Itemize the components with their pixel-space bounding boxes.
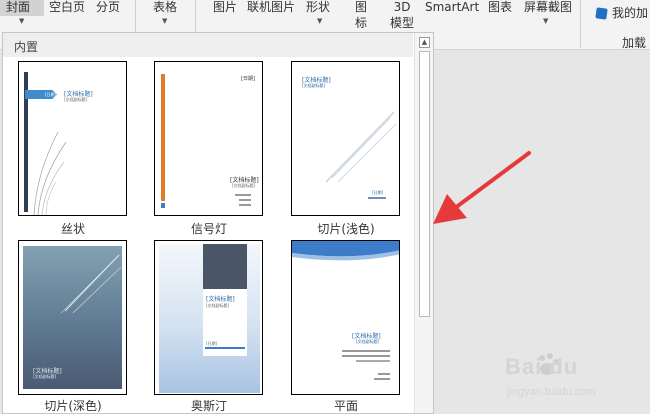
section-header: 内置 bbox=[3, 33, 413, 57]
chevron-down-icon: ▼ bbox=[317, 17, 323, 25]
flat-wave-icon bbox=[292, 241, 399, 261]
chevron-down-icon: ▼ bbox=[19, 17, 25, 25]
austin-title: [文档标题] bbox=[206, 296, 235, 303]
online-picture-button[interactable]: 联机图片 bbox=[247, 1, 295, 14]
cover-label-austin: 奥斯汀 bbox=[190, 399, 227, 413]
flat-subtitle: [文档副标题] bbox=[356, 339, 380, 344]
3d-model-button[interactable]: 3D 模型 bbox=[390, 1, 414, 30]
table-button[interactable]: 表格 bbox=[153, 1, 177, 14]
slice-light-lines-icon bbox=[325, 111, 397, 183]
icons-button[interactable]: 图 标 bbox=[355, 1, 367, 30]
cover-thumb-flat[interactable]: [文档标题] [文档副标题] bbox=[291, 240, 400, 395]
flat-text-line bbox=[342, 355, 390, 357]
cover-thumb-slice-dark[interactable]: [文档标题] [文档副标题] bbox=[18, 240, 127, 395]
chart-button[interactable]: 图表 bbox=[488, 1, 512, 14]
baidu-watermark: Bai du jingyan.baidu.com bbox=[505, 350, 645, 410]
austin-subtitle: [文档副标题] bbox=[206, 303, 230, 308]
traffic-text-line bbox=[239, 204, 251, 206]
slice-light-subtitle: [文档副标题] bbox=[302, 83, 326, 88]
picture-button[interactable]: 图片 bbox=[213, 1, 237, 14]
cover-thumb-slice-light[interactable]: [文档标题] [文档副标题] [日期] bbox=[291, 61, 400, 216]
store-cube-icon bbox=[595, 7, 608, 20]
cover-label-slice-light: 切片(浅色) bbox=[317, 222, 375, 236]
traffic-orange-bar bbox=[161, 74, 165, 201]
page-break-button[interactable]: 分页 bbox=[96, 1, 120, 14]
flat-text-line bbox=[342, 350, 390, 352]
cover-label-flat: 平面 bbox=[333, 399, 358, 413]
shapes-button[interactable]: 形状 bbox=[306, 1, 330, 14]
cover-thumb-traffic[interactable]: [日期] [文档标题] [文档副标题] bbox=[154, 61, 263, 216]
load-addins-button[interactable]: 加载 bbox=[622, 37, 646, 50]
3d-label-line2: 模型 bbox=[390, 16, 415, 30]
cover-thumb-silk[interactable]: [日期] [文档标题] [文档副标题] bbox=[18, 61, 127, 216]
slice-dark-lines-icon bbox=[60, 254, 121, 314]
watermark-sub: jingyan.baidu.com bbox=[507, 386, 596, 398]
blank-page-button[interactable]: 空白页 bbox=[49, 1, 85, 14]
silk-curves-icon bbox=[33, 132, 67, 215]
traffic-text-line bbox=[239, 199, 251, 201]
traffic-text-line bbox=[235, 194, 251, 196]
traffic-subtitle: [文档副标题] bbox=[232, 183, 256, 188]
austin-blue-rule bbox=[205, 347, 245, 349]
screenshot-button[interactable]: 屏幕截图 bbox=[524, 1, 572, 14]
silk-tab-date: [日期] bbox=[45, 92, 57, 97]
watermark-brand: Bai du bbox=[505, 354, 579, 379]
smartart-button[interactable]: SmartArt bbox=[425, 1, 479, 14]
cover-label-silk: 丝状 bbox=[60, 222, 85, 236]
slice-light-text-line bbox=[368, 197, 386, 199]
silk-subtitle: [文档副标题] bbox=[64, 97, 88, 102]
traffic-date: [日期] bbox=[241, 76, 255, 82]
scroll-up-arrow-icon[interactable]: ▲ bbox=[419, 37, 430, 48]
slice-dark-subtitle: [文档副标题] bbox=[33, 374, 57, 379]
flat-text-line bbox=[374, 378, 390, 380]
my-addins-button[interactable]: 我的加 bbox=[612, 7, 648, 20]
austin-photo-block bbox=[203, 244, 247, 289]
chevron-down-icon: ▼ bbox=[543, 17, 549, 25]
separator bbox=[580, 0, 581, 48]
cover-thumb-austin[interactable]: [文档标题] [文档副标题] [日期] bbox=[154, 240, 263, 395]
red-arrow-icon bbox=[433, 151, 531, 224]
cover-button[interactable]: 封面 bbox=[0, 0, 44, 16]
3d-label-line1: 3D bbox=[393, 0, 411, 14]
traffic-blue-square bbox=[161, 203, 165, 208]
section-title: 内置 bbox=[14, 40, 39, 54]
flat-text-line bbox=[356, 360, 390, 362]
chevron-down-icon: ▼ bbox=[162, 17, 168, 25]
cover-label-traffic: 信号灯 bbox=[190, 222, 227, 236]
slice-light-date: [日期] bbox=[372, 190, 384, 195]
icons-label-line2: 标 bbox=[355, 16, 368, 30]
cover-gallery: 内置 [日期] [文档标题] [文档副标题] 丝状 [日期] [文档标题] [文… bbox=[2, 32, 434, 414]
icons-label-line1: 图 bbox=[355, 0, 368, 14]
flat-text-line bbox=[378, 373, 390, 375]
cover-label-slice-dark: 切片(深色) bbox=[44, 399, 102, 413]
